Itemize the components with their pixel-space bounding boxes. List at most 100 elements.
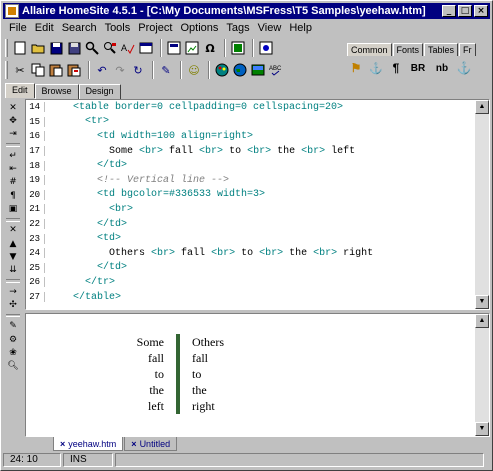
wrap-icon[interactable]: ↵ <box>6 150 20 161</box>
maximize-button[interactable]: □ <box>458 5 472 17</box>
globe-icon[interactable] <box>232 62 248 78</box>
quickstart-icon[interactable]: ⚑ <box>347 59 365 77</box>
copy-icon[interactable] <box>30 62 46 78</box>
code-line[interactable]: 16 <td width=100 align=right> <box>26 129 489 144</box>
menu-tags[interactable]: Tags <box>222 22 253 34</box>
bottom-icon[interactable]: ⇊ <box>6 265 20 276</box>
scroll-up-button[interactable]: ▲ <box>475 100 489 114</box>
code-editor[interactable]: 14 <table border=0 cellpadding=0 cellspa… <box>25 99 490 310</box>
code-line[interactable]: 21 <br> <box>26 202 489 217</box>
scroll-up-button[interactable]: ▲ <box>475 314 489 328</box>
palette-icon[interactable]: ❀ <box>6 347 20 358</box>
save-icon[interactable] <box>48 40 64 56</box>
menu-tools[interactable]: Tools <box>101 22 135 34</box>
menu-edit[interactable]: Edit <box>31 22 58 34</box>
br-icon[interactable]: BR <box>407 59 429 77</box>
minimize-button[interactable]: _ <box>442 5 456 17</box>
paste-special-icon[interactable] <box>66 62 82 78</box>
line-number: 27 <box>26 292 45 303</box>
zoom-icon[interactable]: 🔍︎ <box>6 361 20 372</box>
scroll-down-button[interactable]: ▼ <box>475 422 489 436</box>
code-line[interactable]: 17 Some <br> fall <br> to <br> the <br> … <box>26 144 489 159</box>
find-icon[interactable] <box>84 40 100 56</box>
scroll-down-button[interactable]: ▼ <box>475 295 489 309</box>
app-icon[interactable] <box>5 4 19 18</box>
code-line[interactable]: 18 </td> <box>26 158 489 173</box>
tag-insight-icon[interactable]: ✎ <box>158 62 174 78</box>
close-tab-icon[interactable]: × <box>60 439 65 449</box>
code-line[interactable]: 14 <table border=0 cellpadding=0 cellspa… <box>26 100 489 115</box>
down-icon[interactable]: ▼ <box>6 251 20 262</box>
line-numbers-icon[interactable]: # <box>6 177 20 188</box>
paste-icon[interactable] <box>48 62 64 78</box>
code-line[interactable]: 19 <!-- Vertical line --> <box>26 173 489 188</box>
nbsp-icon[interactable]: nb <box>431 59 453 77</box>
cut-icon[interactable]: ✂ <box>12 62 28 78</box>
code-line[interactable]: 24 Others <br> fall <br> to <br> the <br… <box>26 246 489 261</box>
color-icon[interactable] <box>214 62 230 78</box>
undo-icon[interactable]: ↶ <box>94 62 110 78</box>
expand-icon[interactable]: ✣ <box>6 299 20 310</box>
anchor-tag-icon[interactable]: ⚓ <box>367 59 385 77</box>
up-icon[interactable]: ▲ <box>6 238 20 249</box>
toolbar-grip[interactable] <box>5 39 8 57</box>
save-all-icon[interactable] <box>66 40 82 56</box>
toolbar-grip[interactable] <box>5 61 8 79</box>
tab-frames[interactable]: Fr <box>459 43 476 56</box>
settings-icon[interactable]: ⚙ <box>6 334 20 345</box>
tab-tables[interactable]: Tables <box>424 43 459 56</box>
menu-view[interactable]: View <box>254 22 286 34</box>
refresh-icon[interactable]: ↻ <box>130 62 146 78</box>
menu-options[interactable]: Options <box>177 22 223 34</box>
code-line[interactable]: 20 <td bgcolor=#336533 width=3> <box>26 188 489 203</box>
tab-common[interactable]: Common <box>347 43 392 56</box>
move-icon[interactable]: ✥ <box>6 115 20 126</box>
screen-icon[interactable]: ▣ <box>6 203 20 214</box>
collapse-icon[interactable]: ✕ <box>6 225 20 236</box>
redo-icon[interactable]: ↷ <box>112 62 128 78</box>
smiley-icon[interactable]: ☺ <box>186 62 202 78</box>
close-doc-icon[interactable]: ✕ <box>6 102 20 113</box>
preview-scrollbar[interactable]: ▲ ▼ <box>475 314 489 436</box>
code-line[interactable]: 23 <td> <box>26 231 489 246</box>
menu-file[interactable]: File <box>5 22 31 34</box>
browser-preview[interactable]: Some fall to the left Others fall to the… <box>25 313 490 437</box>
menu-help[interactable]: Help <box>285 22 316 34</box>
doc-tab-untitled[interactable]: × Untitled <box>124 437 178 451</box>
title-bar[interactable]: Allaire HomeSite 4.5.1 - [C:\My Document… <box>3 3 490 19</box>
paragraph-icon[interactable]: ¶ <box>387 59 405 77</box>
close-tab-icon[interactable]: × <box>131 439 136 449</box>
tab-fonts[interactable]: Fonts <box>392 43 424 56</box>
arrow-right-icon[interactable]: → <box>6 286 20 297</box>
code-line[interactable]: 25 </td> <box>26 261 489 276</box>
paragraph-marks-icon[interactable]: ¶ <box>6 190 20 201</box>
outdent-icon[interactable]: ⇤ <box>6 163 20 174</box>
validate-icon[interactable] <box>230 40 246 56</box>
close-button[interactable]: × <box>474 5 488 17</box>
code-line[interactable]: 27 </table> <box>26 290 489 305</box>
open-file-icon[interactable] <box>30 40 46 56</box>
special-char-icon[interactable]: Ω <box>202 40 218 56</box>
spell-check-icon[interactable]: ABC <box>268 62 284 78</box>
code-line[interactable]: 22 </td> <box>26 217 489 232</box>
new-file-icon[interactable] <box>12 40 28 56</box>
browse-icon[interactable] <box>138 40 154 56</box>
replace-icon[interactable] <box>102 40 118 56</box>
menu-project[interactable]: Project <box>134 22 176 34</box>
tab-edit[interactable]: Edit <box>5 83 35 98</box>
doc-tab-yeehaw[interactable]: × yeehaw.htm <box>53 437 124 451</box>
editor-scrollbar[interactable]: ▲ ▼ <box>475 100 489 309</box>
link-check-icon[interactable] <box>258 40 274 56</box>
image-icon[interactable] <box>184 40 200 56</box>
image-map-icon[interactable] <box>250 62 266 78</box>
tab-browse[interactable]: Browse <box>34 84 79 99</box>
anchor-icon[interactable]: ⚓ <box>455 59 473 77</box>
tag-chooser-icon[interactable] <box>166 40 182 56</box>
code-line[interactable]: 26 </tr> <box>26 275 489 290</box>
spell-icon[interactable]: A <box>120 40 136 56</box>
snippet-icon[interactable]: ✎ <box>6 320 20 331</box>
code-line[interactable]: 15 <tr> <box>26 115 489 130</box>
menu-search[interactable]: Search <box>58 22 101 34</box>
tab-design[interactable]: Design <box>78 84 121 99</box>
indent-icon[interactable]: ⇥ <box>6 129 20 140</box>
